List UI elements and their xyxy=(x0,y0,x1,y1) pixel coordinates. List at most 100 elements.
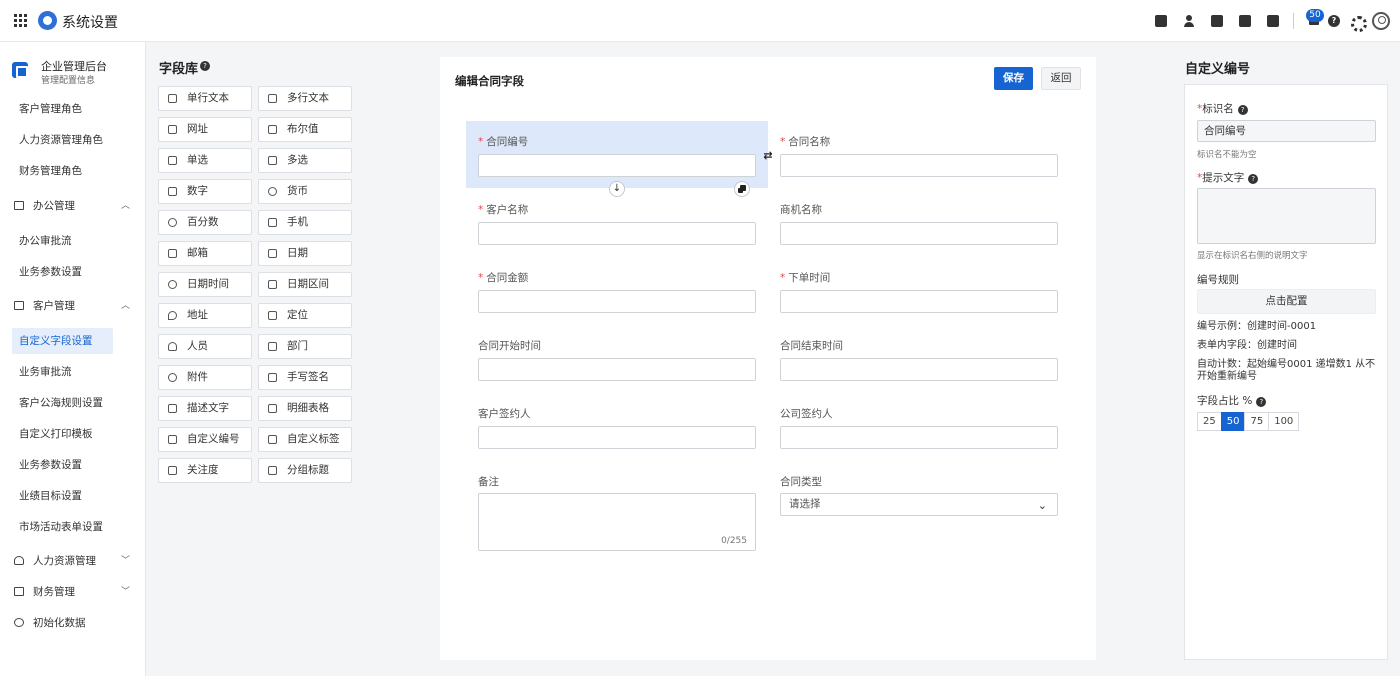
sidebar: 企业管理后台 管理配置信息 客户管理角色 人力资源管理角色 财务管理角色 办公管… xyxy=(0,42,146,676)
document-icon[interactable] xyxy=(1211,15,1223,27)
sidebar-item-business-approval[interactable]: 业务审批流 xyxy=(0,359,72,385)
field-type-label: 分组标题 xyxy=(287,464,329,476)
sidebar-item-customer-role[interactable]: 客户管理角色 xyxy=(0,96,82,122)
help-icon[interactable]: ? xyxy=(1248,174,1259,184)
field-type-label: 布尔值 xyxy=(287,123,319,135)
sidebar-item-marketing-form[interactable]: 市场活动表单设置 xyxy=(0,514,103,540)
field-type-multi-line-text[interactable]: 多行文本 xyxy=(258,86,352,111)
name-input[interactable]: 合同编号 xyxy=(1197,120,1376,142)
ratio-option-100[interactable]: 100 xyxy=(1268,412,1300,431)
tip-hint: 显示在标识名右侧的说明文字 xyxy=(1197,251,1308,261)
field-type-label: 手写签名 xyxy=(287,371,329,383)
ratio-option-25[interactable]: 25 xyxy=(1197,412,1222,431)
field-type-email[interactable]: 邮箱 xyxy=(158,241,252,266)
order-time-input[interactable] xyxy=(780,290,1058,313)
sidebar-item-hr-role[interactable]: 人力资源管理角色 xyxy=(0,127,103,153)
field-type-detail-table[interactable]: 明细表格 xyxy=(258,396,352,421)
field-type-location[interactable]: 定位 xyxy=(258,303,352,328)
copy-icon[interactable] xyxy=(734,181,750,197)
field-type-custom-tag[interactable]: 自定义标签 xyxy=(258,427,352,452)
sidebar-item-business-params[interactable]: 业务参数设置 xyxy=(0,452,82,478)
sidebar-group-office[interactable]: 办公管理 ︿ xyxy=(0,193,146,219)
field-type-label: 货币 xyxy=(287,185,308,197)
field-type-phone[interactable]: 手机 xyxy=(258,210,352,235)
opportunity-name-input[interactable] xyxy=(780,222,1058,245)
customer-name-input[interactable] xyxy=(478,222,756,245)
tag-icon xyxy=(268,435,277,444)
help-icon[interactable]: ? xyxy=(1256,397,1267,407)
field-type-label: 自定义标签 xyxy=(287,433,340,445)
help-icon[interactable]: ? xyxy=(1237,105,1248,115)
field-type-percent[interactable]: 百分数 xyxy=(158,210,252,235)
gear-icon[interactable] xyxy=(1350,15,1367,32)
sidebar-item-office-approval[interactable]: 办公审批流 xyxy=(0,228,72,254)
select-placeholder: 请选择 xyxy=(789,498,821,510)
sidebar-group-customer[interactable]: 客户管理 ︿ xyxy=(0,293,146,319)
field-type-label: 关注度 xyxy=(187,464,219,476)
sidebar-group-hr[interactable]: 人力资源管理 ﹀ xyxy=(0,548,146,574)
sidebar-item-print-template[interactable]: 自定义打印模板 xyxy=(0,421,93,447)
contract-end-input[interactable] xyxy=(780,358,1058,381)
help-icon[interactable]: ? xyxy=(1328,15,1340,27)
contract-name-input[interactable] xyxy=(780,154,1058,177)
field-type-custom-number[interactable]: 自定义编号 xyxy=(158,427,252,452)
field-type-datetime[interactable]: 日期时间 xyxy=(158,272,252,297)
field-type-attachment[interactable]: 附件 xyxy=(158,365,252,390)
field-type-address[interactable]: 地址 xyxy=(158,303,252,328)
contacts-icon[interactable] xyxy=(1183,15,1195,27)
swap-icon[interactable]: ⇄ xyxy=(760,148,776,164)
field-type-currency[interactable]: 货币 xyxy=(258,179,352,204)
field-type-department[interactable]: 部门 xyxy=(258,334,352,359)
phone-book-icon[interactable] xyxy=(1239,15,1251,27)
apps-grid-icon[interactable] xyxy=(14,14,27,27)
contract-amount-input[interactable] xyxy=(478,290,756,313)
building-icon xyxy=(14,301,24,310)
field-type-url[interactable]: 网址 xyxy=(158,117,252,142)
field-type-checkbox[interactable]: 多选 xyxy=(258,148,352,173)
sidebar-item-office-params[interactable]: 业务参数设置 xyxy=(0,259,82,285)
sidebar-item-finance-role[interactable]: 财务管理角色 xyxy=(0,158,82,184)
app-title: 系统设置 xyxy=(62,15,118,31)
field-type-person[interactable]: 人员 xyxy=(158,334,252,359)
sidebar-item-public-pool-rules[interactable]: 客户公海规则设置 xyxy=(0,390,103,416)
sidebar-group-label: 人力资源管理 xyxy=(33,555,96,567)
field-type-boolean[interactable]: 布尔值 xyxy=(258,117,352,142)
properties-panel: *标识名? 合同编号 标识名不能为空 *提示文字? 显示在标识名右侧的说明文字 … xyxy=(1184,84,1388,660)
ratio-option-50[interactable]: 50 xyxy=(1220,412,1246,431)
field-type-label: 百分数 xyxy=(187,216,219,228)
sidebar-group-init-data[interactable]: 初始化数据 xyxy=(0,610,146,636)
field-type-description[interactable]: 描述文字 xyxy=(158,396,252,421)
field-type-group-title[interactable]: 分组标题 xyxy=(258,458,352,483)
field-type-number[interactable]: 数字 xyxy=(158,179,252,204)
config-button[interactable]: 点击配置 xyxy=(1197,289,1376,314)
contract-number-input[interactable] xyxy=(478,154,756,177)
back-button[interactable]: 返回 xyxy=(1041,67,1081,90)
field-type-single-line-text[interactable]: 单行文本 xyxy=(158,86,252,111)
field-type-date-range[interactable]: 日期区间 xyxy=(258,272,352,297)
radio-icon xyxy=(168,156,177,165)
contract-type-select[interactable]: 请选择 ⌄ xyxy=(780,493,1058,516)
field-type-signature[interactable]: 手写签名 xyxy=(258,365,352,390)
sidebar-item-performance-goals[interactable]: 业绩目标设置 xyxy=(0,483,82,509)
tip-textarea[interactable] xyxy=(1197,188,1376,244)
contract-start-input[interactable] xyxy=(478,358,756,381)
customer-signer-input[interactable] xyxy=(478,426,756,449)
avatar-icon[interactable] xyxy=(1372,12,1390,30)
number-icon xyxy=(168,187,177,196)
company-signer-input[interactable] xyxy=(780,426,1058,449)
sidebar-item-custom-fields[interactable]: 自定义字段设置 xyxy=(12,328,113,354)
sidebar-group-finance[interactable]: 财务管理 ﹀ xyxy=(0,579,146,605)
required-marker: * xyxy=(780,136,786,148)
field-type-label: 日期区间 xyxy=(287,278,329,290)
save-button[interactable]: 保存 xyxy=(994,67,1033,90)
field-type-radio[interactable]: 单选 xyxy=(158,148,252,173)
arrow-down-icon[interactable]: ↓ xyxy=(609,181,625,197)
task-check-icon[interactable] xyxy=(1155,15,1167,27)
field-type-attention[interactable]: 关注度 xyxy=(158,458,252,483)
multiline-text-icon xyxy=(268,94,277,103)
remarks-textarea[interactable]: 0/255 xyxy=(478,493,756,551)
calendar-icon[interactable] xyxy=(1267,15,1279,27)
field-type-date[interactable]: 日期 xyxy=(258,241,352,266)
ratio-option-75[interactable]: 75 xyxy=(1244,412,1270,431)
help-icon[interactable]: ? xyxy=(200,61,210,71)
